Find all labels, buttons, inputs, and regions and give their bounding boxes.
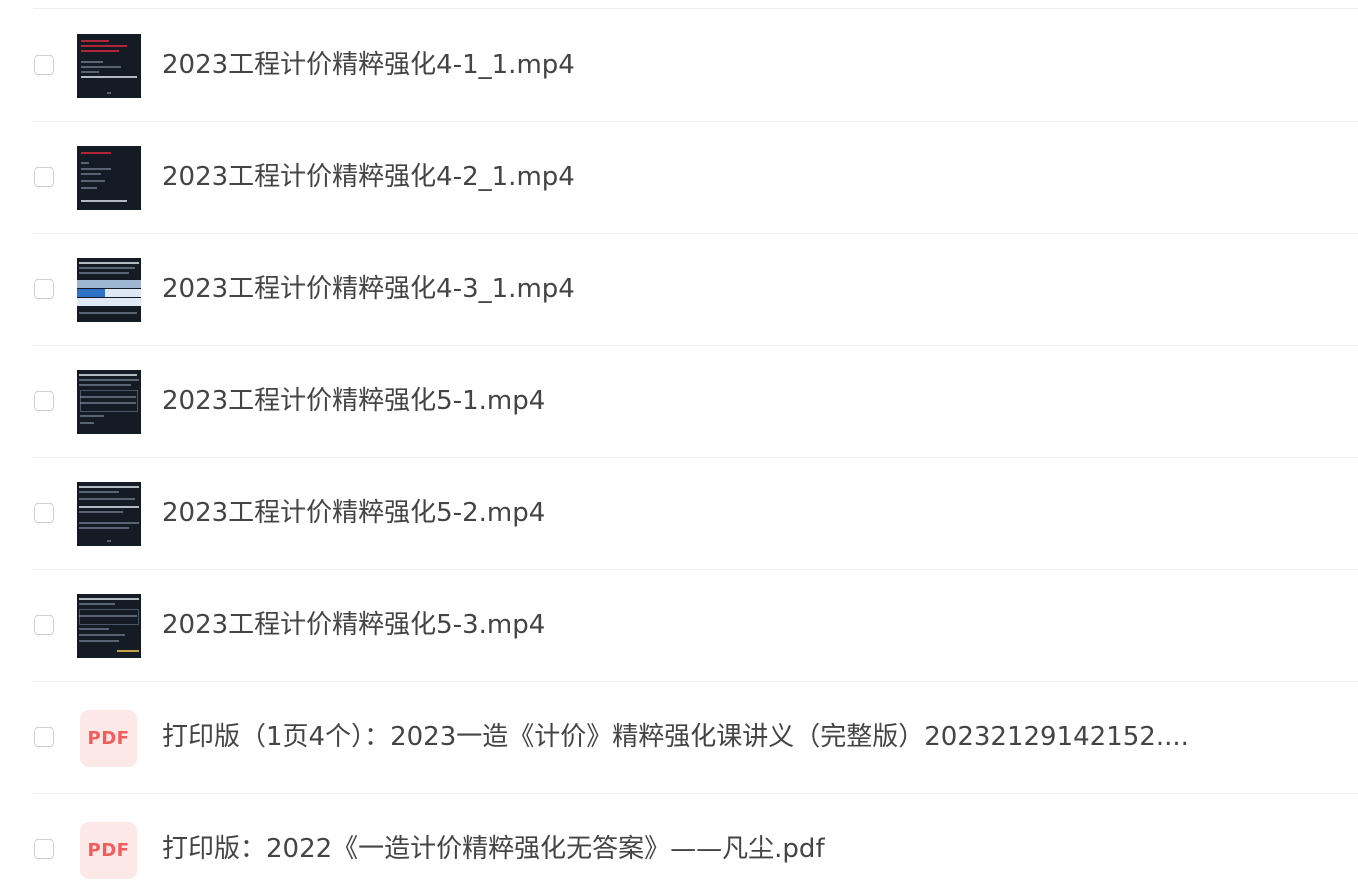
video-thumbnail-icon [77, 594, 141, 658]
select-checkbox[interactable] [34, 279, 54, 299]
select-checkbox[interactable] [34, 615, 54, 635]
file-list: 2023工程计价精粹强化4-1_1.mp4 2023工程计价精粹强化4-2_1.… [0, 0, 1358, 896]
file-row[interactable]: PDF 打印版：2022《一造计价精粹强化无答案》——凡尘.pdf [0, 794, 1358, 896]
pdf-file-icon: PDF [80, 710, 137, 767]
file-name[interactable]: 打印版（1页4个）：2023一造《计价》精粹强化课讲义（完整版）20232129… [162, 720, 1189, 754]
video-thumbnail-icon [77, 258, 141, 322]
select-checkbox[interactable] [34, 391, 54, 411]
file-name[interactable]: 打印版：2022《一造计价精粹强化无答案》——凡尘.pdf [162, 832, 825, 866]
file-row[interactable]: 2023工程计价精粹强化4-3_1.mp4 [0, 234, 1358, 346]
pdf-badge-label: PDF [87, 728, 130, 749]
file-row[interactable]: 2023工程计价精粹强化4-1_1.mp4 [0, 10, 1358, 122]
pdf-file-icon: PDF [80, 822, 137, 879]
video-thumbnail-icon [77, 370, 141, 434]
file-row[interactable]: 2023工程计价精粹强化5-3.mp4 [0, 570, 1358, 682]
file-row[interactable]: 2023工程计价精粹强化4-2_1.mp4 [0, 122, 1358, 234]
file-name[interactable]: 2023工程计价精粹强化5-2.mp4 [162, 496, 545, 530]
select-checkbox[interactable] [34, 727, 54, 747]
select-checkbox[interactable] [34, 55, 54, 75]
video-thumbnail-icon [77, 34, 141, 98]
divider [33, 8, 1358, 9]
pdf-badge-label: PDF [87, 840, 130, 861]
select-checkbox[interactable] [34, 839, 54, 859]
file-row[interactable]: 2023工程计价精粹强化5-1.mp4 [0, 346, 1358, 458]
select-checkbox[interactable] [34, 503, 54, 523]
file-name[interactable]: 2023工程计价精粹强化4-1_1.mp4 [162, 48, 575, 82]
file-name[interactable]: 2023工程计价精粹强化4-2_1.mp4 [162, 160, 575, 194]
file-row[interactable]: 2023工程计价精粹强化5-2.mp4 [0, 458, 1358, 570]
video-thumbnail-icon [77, 146, 141, 210]
select-checkbox[interactable] [34, 167, 54, 187]
file-name[interactable]: 2023工程计价精粹强化5-3.mp4 [162, 608, 545, 642]
file-row[interactable]: PDF 打印版（1页4个）：2023一造《计价》精粹强化课讲义（完整版）2023… [0, 682, 1358, 794]
file-name[interactable]: 2023工程计价精粹强化5-1.mp4 [162, 384, 545, 418]
file-name[interactable]: 2023工程计价精粹强化4-3_1.mp4 [162, 272, 575, 306]
video-thumbnail-icon [77, 482, 141, 546]
